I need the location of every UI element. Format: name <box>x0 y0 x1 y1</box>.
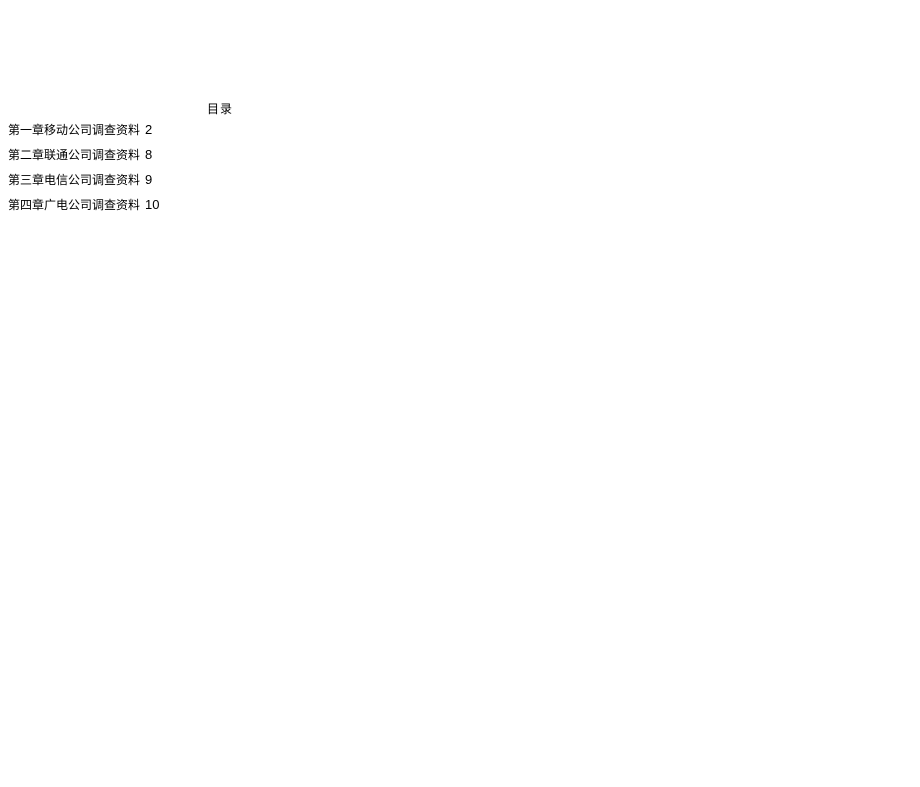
toc-item-label: 第二章联通公司调查资料 <box>8 148 140 162</box>
toc-item-label: 第三章电信公司调查资料 <box>8 173 140 187</box>
toc-title: 目录 <box>207 100 233 117</box>
toc-item-label: 第一章移动公司调查资料 <box>8 123 140 137</box>
toc-item-page: 9 <box>145 172 152 187</box>
toc-item: 第四章广电公司调查资料 10 <box>8 192 159 217</box>
toc-item: 第二章联通公司调查资料 8 <box>8 142 159 167</box>
toc-item-page: 8 <box>145 147 152 162</box>
toc-item: 第一章移动公司调查资料 2 <box>8 117 159 142</box>
toc-item-page: 2 <box>145 122 152 137</box>
toc-list: 第一章移动公司调查资料 2 第二章联通公司调查资料 8 第三章电信公司调查资料 … <box>8 117 159 217</box>
toc-item: 第三章电信公司调查资料 9 <box>8 167 159 192</box>
toc-item-page: 10 <box>145 197 159 212</box>
toc-item-label: 第四章广电公司调查资料 <box>8 198 140 212</box>
